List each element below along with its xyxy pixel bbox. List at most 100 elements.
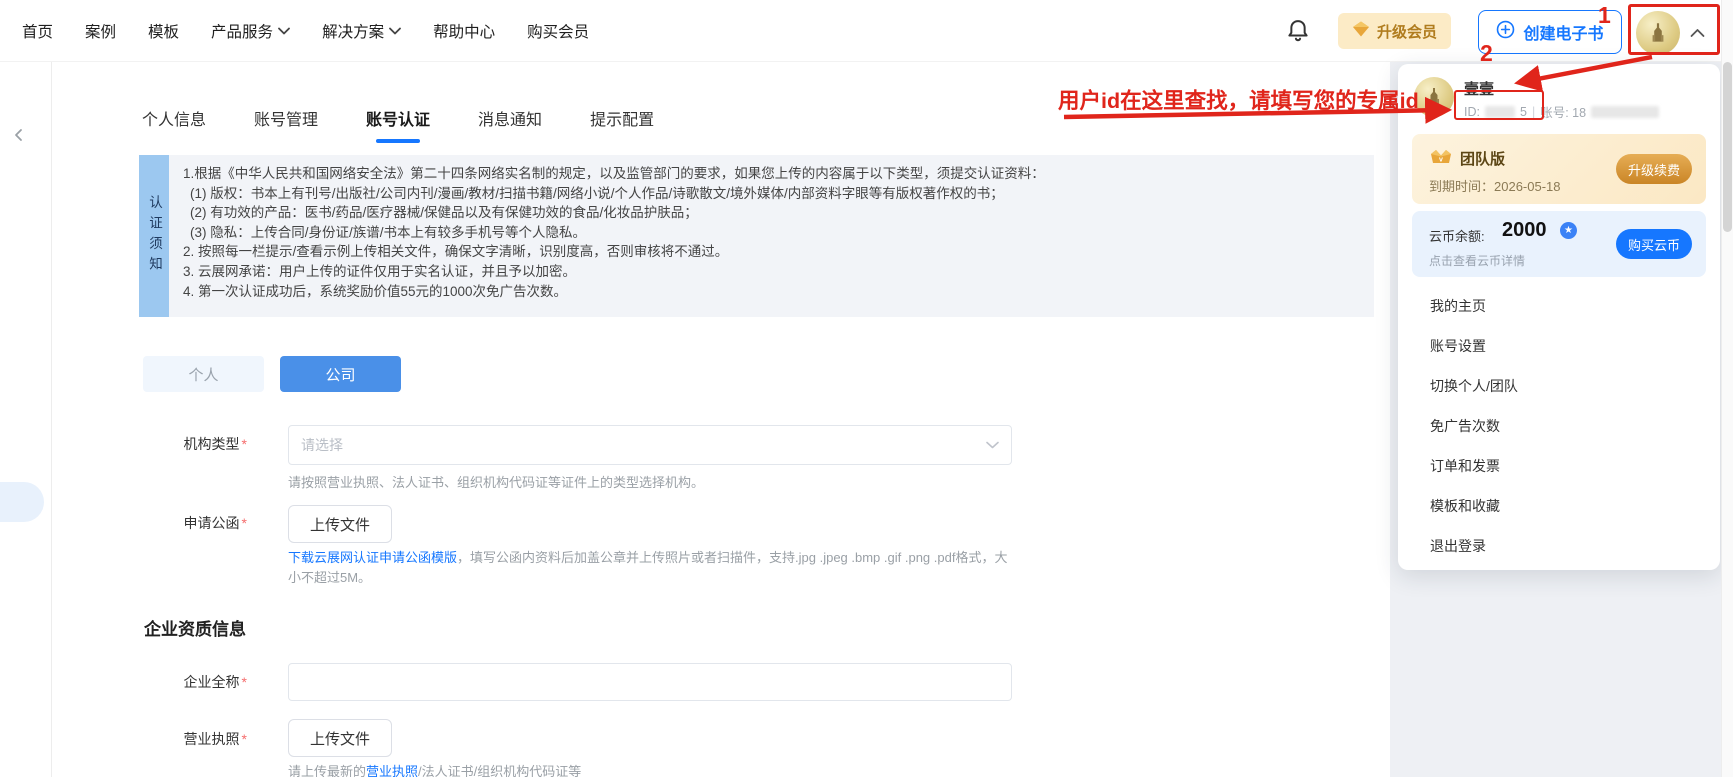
sidebar-active-item[interactable] [0, 482, 44, 522]
upload-license-button[interactable]: 上传文件 [288, 719, 392, 757]
main-nav: 首页 案例 模板 产品服务 解决方案 帮助中心 购买会员 [22, 0, 589, 62]
tab-account-verification[interactable]: 账号认证 [366, 106, 430, 143]
nav-solutions[interactable]: 解决方案 [322, 20, 401, 42]
team-plan-card: v 团队版 到期时间：2026-05-18 升级续费 [1412, 134, 1706, 204]
create-label: 创建电子书 [1523, 20, 1603, 44]
notice-side-label: 认证须知 [139, 155, 169, 317]
tab-notifications[interactable]: 消息通知 [478, 106, 542, 143]
redacted-id [1485, 106, 1515, 118]
user-avatar-small[interactable] [1414, 77, 1454, 117]
nav-home-label: 首页 [22, 20, 53, 42]
annotation-step-2: 2 [1480, 40, 1493, 67]
verification-notice: 认证须知 1.根据《中华人民共和国网络安全法》第二十四条网络实名制的规定，以及监… [139, 155, 1374, 317]
notice-line: (3) 隐私：上传合同/身份证/族谱/书本上有较多手机号等个人隐私。 [183, 223, 1358, 243]
plus-circle-icon [1496, 20, 1515, 44]
license-link[interactable]: 营业执照 [366, 764, 418, 777]
select-chevron-down-icon [986, 436, 999, 454]
collapsed-sidebar [0, 62, 52, 777]
svg-text:v: v [1439, 157, 1443, 164]
menu-item-my-homepage[interactable]: 我的主页 [1398, 286, 1720, 326]
dropdown-menu: 我的主页 账号设置 切换个人/团队 免广告次数 订单和发票 模板和收藏 退出登录 [1398, 286, 1720, 566]
menu-item-switch-personal-team[interactable]: 切换个人/团队 [1398, 366, 1720, 406]
nav-products-label: 产品服务 [211, 20, 273, 42]
nav-cases-label: 案例 [85, 20, 116, 42]
org-type-select[interactable]: 请选择 [288, 425, 1012, 465]
nav-cases[interactable]: 案例 [85, 20, 116, 42]
castle-avatar-image [1645, 20, 1671, 46]
plan-expiry: 到期时间：2026-05-18 [1429, 176, 1561, 195]
company-name-input[interactable] [288, 663, 1012, 701]
notice-line: 1.根据《中华人民共和国网络安全法》第二十四条网络实名制的规定，以及监管部门的要… [183, 164, 1358, 184]
chevron-down-icon [278, 27, 290, 35]
nav-help-center[interactable]: 帮助中心 [433, 20, 495, 42]
user-id-tail: 5 [1520, 105, 1527, 119]
sidebar-collapse-icon[interactable] [12, 128, 26, 147]
notice-line: 4. 第一次认证成功后，系统奖励价值55元的1000次免广告次数。 [183, 282, 1358, 302]
tab-prompt-config[interactable]: 提示配置 [590, 106, 654, 143]
license-hint-prefix: 请上传最新的 [288, 764, 366, 777]
castle-avatar-image [1422, 85, 1446, 109]
nav-home[interactable]: 首页 [22, 20, 53, 42]
nav-buy-membership[interactable]: 购买会员 [527, 20, 589, 42]
upload-letter-button[interactable]: 上传文件 [288, 505, 392, 543]
letter-hint: 下载云展网认证申请公函模版，填写公函内资料后加盖公章并上传照片或者扫描件，支持.… [288, 548, 1012, 588]
coin-balance-label: 云币余额: [1429, 226, 1485, 245]
notice-line: (1) 版权：书本上有刊号/出版社/公司内刊/漫画/教材/扫描书籍/网络小说/个… [183, 184, 1358, 204]
upgrade-membership-button[interactable]: 升级会员 [1338, 13, 1451, 49]
menu-item-account-settings[interactable]: 账号设置 [1398, 326, 1720, 366]
letter-template-link[interactable]: 下载云展网认证申请公函模版 [288, 550, 457, 565]
notification-bell-icon[interactable] [1284, 17, 1312, 45]
username: 壹壹 [1464, 78, 1494, 99]
coin-detail-link[interactable]: 点击查看云币详情 [1429, 252, 1525, 269]
content-card: 个人信息 账号管理 账号认证 消息通知 提示配置 认证须知 1.根据《中华人民共… [52, 62, 1390, 777]
notice-line: 2. 按照每一栏提示/查看示例上传相关文件，确保文字清晰，识别度高，否则审核将不… [183, 242, 1358, 262]
buy-coins-button[interactable]: 购买云币 [1616, 229, 1692, 259]
tab-personal-info[interactable]: 个人信息 [142, 106, 206, 143]
upgrade-label: 升级会员 [1377, 21, 1437, 42]
cloud-coin-card: 云币余额: 2000 ★ 点击查看云币详情 购买云币 [1412, 211, 1706, 277]
nav-templates[interactable]: 模板 [148, 20, 179, 42]
nav-buy-label: 购买会员 [527, 20, 589, 42]
license-hint: 请上传最新的营业执照/法人证书/组织机构代码证等 [288, 762, 581, 777]
toggle-personal-button[interactable]: 个人 [143, 356, 264, 392]
tab-account-management[interactable]: 账号管理 [254, 106, 318, 143]
user-dropdown-panel: 壹壹 ID: 5 | 账号: 18 v 团队版 到期时间：2026-05-18 … [1398, 64, 1720, 570]
notice-line: 3. 云展网承诺：用户上传的证件仅用于实名认证，并且予以加密。 [183, 262, 1358, 282]
user-id-label: ID: [1464, 105, 1480, 119]
company-name-label: 企业全称* [117, 672, 247, 692]
id-separator: | [1532, 105, 1535, 119]
license-hint-suffix: /法人证书/组织机构代码证等 [418, 764, 581, 777]
account-number-label: 账号: 18 [1540, 102, 1586, 121]
company-qualification-section-title: 企业资质信息 [144, 615, 246, 640]
notice-body: 1.根据《中华人民共和国网络安全法》第二十四条网络实名制的规定，以及监管部门的要… [169, 155, 1374, 317]
org-type-label: 机构类型* [117, 434, 247, 454]
toggle-company-button[interactable]: 公司 [280, 356, 401, 392]
menu-item-orders-invoices[interactable]: 订单和发票 [1398, 446, 1720, 486]
scrollbar-thumb[interactable] [1723, 62, 1732, 232]
chevron-down-icon [389, 27, 401, 35]
coin-star-icon: ★ [1560, 222, 1577, 239]
user-id-row: ID: 5 | 账号: 18 [1464, 102, 1659, 121]
application-letter-label: 申请公函* [117, 513, 247, 533]
plan-name: 团队版 [1460, 148, 1505, 169]
scrollbar[interactable] [1721, 0, 1733, 777]
notice-line: (2) 有功效的产品：医书/药品/医疗器械/保健品以及有保健功效的食品/化妆品护… [183, 203, 1358, 223]
top-header: 首页 案例 模板 产品服务 解决方案 帮助中心 购买会员 升级会员 创建电子书 [0, 0, 1733, 62]
coin-balance-value: 2000 [1502, 219, 1547, 242]
menu-item-templates-favorites[interactable]: 模板和收藏 [1398, 486, 1720, 526]
org-type-placeholder: 请选择 [301, 435, 343, 455]
business-license-label: 营业执照* [117, 729, 247, 749]
menu-item-logout[interactable]: 退出登录 [1398, 526, 1720, 566]
redacted-account [1591, 106, 1659, 118]
nav-help-label: 帮助中心 [433, 20, 495, 42]
nav-solutions-label: 解决方案 [322, 20, 384, 42]
menu-item-ad-free-credits[interactable]: 免广告次数 [1398, 406, 1720, 446]
nav-products[interactable]: 产品服务 [211, 20, 290, 42]
crown-icon: v [1428, 146, 1454, 175]
chevron-up-icon[interactable] [1690, 25, 1705, 43]
renew-upgrade-button[interactable]: 升级续费 [1616, 154, 1692, 184]
nav-templates-label: 模板 [148, 20, 179, 42]
org-type-hint: 请按照营业执照、法人证书、组织机构代码证等证件上的类型选择机构。 [288, 473, 704, 493]
account-verification-page: 首页 案例 模板 产品服务 解决方案 帮助中心 购买会员 升级会员 创建电子书 [0, 0, 1733, 777]
user-avatar[interactable] [1636, 11, 1680, 55]
